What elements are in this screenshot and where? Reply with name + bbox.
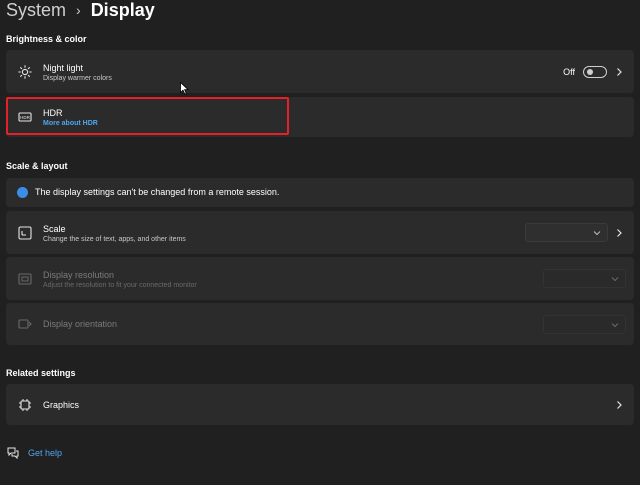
scale-icon xyxy=(18,226,32,240)
night-light-row[interactable]: Night light Display warmer colors Off xyxy=(6,50,634,93)
display-orientation-title: Display orientation xyxy=(43,319,118,329)
breadcrumb-separator: › xyxy=(76,2,81,18)
more-about-hdr-link[interactable]: More about HDR xyxy=(43,119,98,128)
hdr-icon: HDR xyxy=(18,112,32,122)
graphics-row[interactable]: Graphics xyxy=(6,384,634,425)
scale-dropdown[interactable] xyxy=(525,223,608,242)
breadcrumb-system-link[interactable]: System xyxy=(6,0,66,21)
chevron-right-icon[interactable] xyxy=(614,400,624,410)
section-title-brightness: Brightness & color xyxy=(6,34,87,44)
graphics-chip-icon xyxy=(19,399,31,411)
hdr-title: HDR xyxy=(43,108,63,118)
section-title-scale-layout: Scale & layout xyxy=(6,161,68,171)
breadcrumb: System › Display xyxy=(6,0,155,23)
get-help-label: Get help xyxy=(28,447,63,458)
scale-subtitle: Change the size of text, apps, and other… xyxy=(43,236,186,243)
remote-session-notice-text: The display settings can't be changed fr… xyxy=(35,187,280,197)
night-light-subtitle: Display warmer colors xyxy=(43,75,112,82)
display-resolution-subtitle: Adjust the resolution to fit your connec… xyxy=(43,282,197,289)
night-light-title: Night light xyxy=(43,63,84,73)
svg-text:HDR: HDR xyxy=(20,115,30,120)
display-resolution-dropdown xyxy=(543,269,626,288)
help-icon xyxy=(7,447,19,459)
chevron-right-icon[interactable] xyxy=(614,67,624,77)
night-light-state-label: Off xyxy=(563,67,575,77)
page-title: Display xyxy=(90,0,155,20)
display-resolution-row: Display resolution Adjust the resolution… xyxy=(6,257,634,300)
scale-row[interactable]: Scale Change the size of text, apps, and… xyxy=(6,211,634,254)
remote-session-notice: The display settings can't be changed fr… xyxy=(6,178,634,207)
hdr-row[interactable]: HDR HDR More about HDR xyxy=(6,97,634,137)
display-orientation-row: Display orientation xyxy=(6,303,634,345)
graphics-title: Graphics xyxy=(43,400,80,410)
brightness-icon xyxy=(18,65,32,79)
scale-title: Scale xyxy=(43,224,66,234)
display-orientation-dropdown xyxy=(543,315,626,334)
chevron-down-icon xyxy=(611,323,619,328)
display-resolution-title: Display resolution xyxy=(43,270,115,280)
get-help-link[interactable]: Get help xyxy=(6,446,62,459)
section-title-related-settings: Related settings xyxy=(6,368,76,378)
chevron-down-icon xyxy=(611,277,619,282)
chevron-down-icon xyxy=(593,231,601,236)
info-icon xyxy=(17,187,28,198)
resolution-icon xyxy=(18,273,32,285)
chevron-right-icon[interactable] xyxy=(614,228,624,238)
orientation-icon xyxy=(18,319,32,329)
night-light-toggle[interactable] xyxy=(583,66,607,78)
mouse-cursor-icon xyxy=(180,82,189,95)
